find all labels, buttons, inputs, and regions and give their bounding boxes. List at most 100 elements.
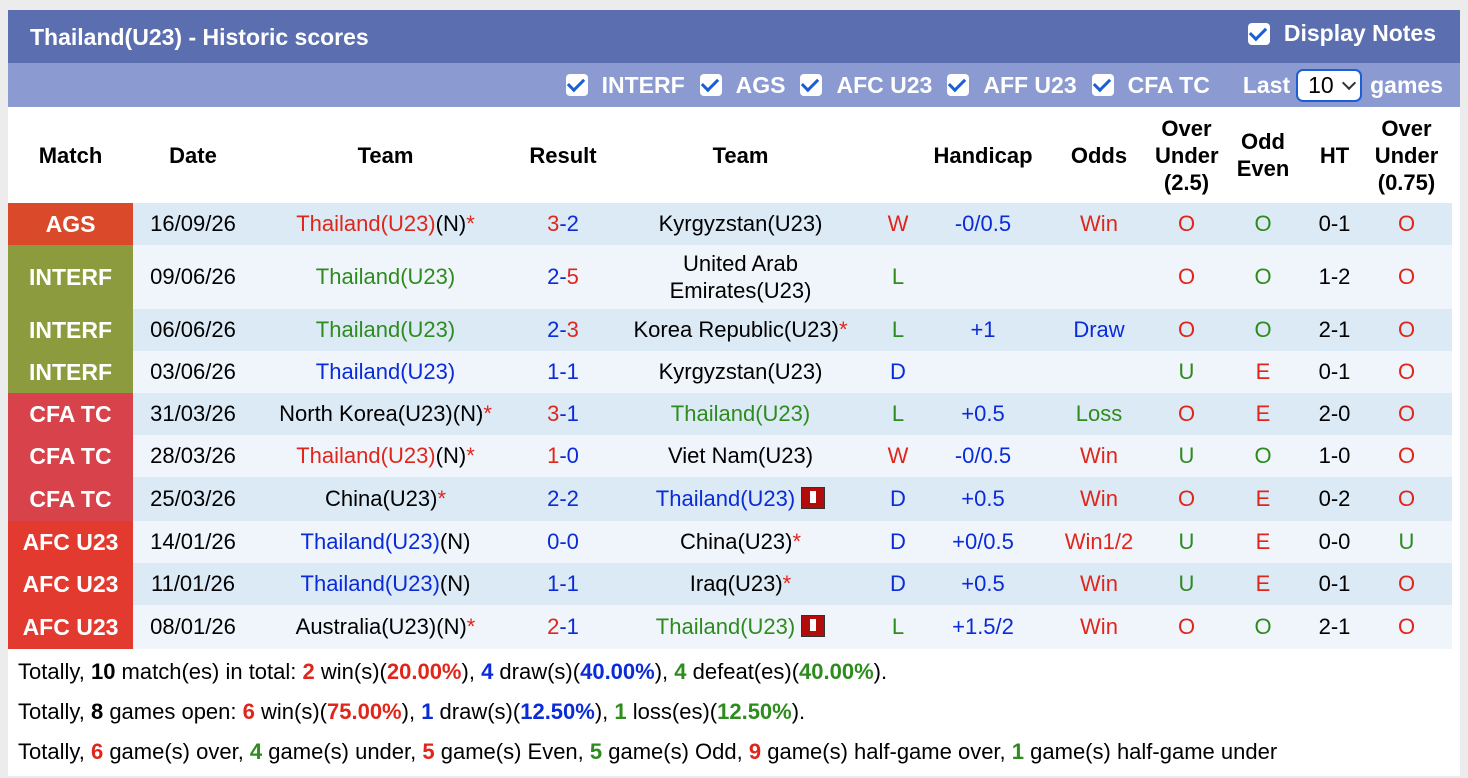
date-cell: 09/06/26 <box>133 245 253 309</box>
home-team-cell[interactable]: Thailand(U23) <box>253 351 518 393</box>
half-over-under-cell: O <box>1361 393 1452 435</box>
totals-segment: 4 <box>249 739 263 764</box>
away-team-cell[interactable]: Korea Republic(U23)* <box>608 309 873 351</box>
team-name[interactable]: Thailand(U23) <box>316 359 455 384</box>
team-name[interactable]: Kyrgyzstan(U23) <box>659 359 823 384</box>
filter-aff-u23[interactable]: AFF U23 <box>947 72 1077 99</box>
date-cell: 06/06/26 <box>133 309 253 351</box>
home-team-cell[interactable]: North Korea(U23)(N)* <box>253 393 518 435</box>
half-over-under-cell: O <box>1361 203 1452 245</box>
games-count-select[interactable]: 10 <box>1296 68 1363 102</box>
filter-checkbox[interactable] <box>800 74 823 96</box>
filter-cfa-tc[interactable]: CFA TC <box>1091 72 1210 99</box>
chevron-down-icon <box>1342 75 1357 90</box>
team-name[interactable]: North Korea(U23) <box>279 401 453 426</box>
team-name[interactable]: Australia(U23) <box>296 614 437 639</box>
totals-segment: win(s)( <box>254 699 327 724</box>
league-cell[interactable]: INTERF <box>8 351 133 393</box>
team-name[interactable]: Thailand(U23) <box>296 211 435 236</box>
odds-result-cell: Loss <box>1043 393 1155 435</box>
display-notes-toggle[interactable]: Display Notes <box>1247 20 1436 47</box>
result-cell[interactable]: 3-1 <box>518 393 608 435</box>
league-cell[interactable]: AFC U23 <box>8 605 133 649</box>
home-goals: 1 <box>547 443 560 468</box>
away-team-cell[interactable]: Viet Nam(U23) <box>608 435 873 477</box>
filter-checkbox[interactable] <box>699 74 722 96</box>
team-name[interactable]: Kyrgyzstan(U23) <box>659 211 823 236</box>
home-team-cell[interactable]: China(U23)* <box>253 477 518 521</box>
handicap-cell <box>923 245 1043 309</box>
league-cell[interactable]: AGS <box>8 203 133 245</box>
home-team-cell[interactable]: Thailand(U23) <box>253 245 518 309</box>
filter-checkbox[interactable] <box>565 74 588 96</box>
filter-checkbox[interactable] <box>1091 74 1114 96</box>
result-cell[interactable]: 2-3 <box>518 309 608 351</box>
display-notes-checkbox[interactable] <box>1247 22 1270 45</box>
away-team-cell[interactable]: United Arab Emirates(U23) <box>608 245 873 309</box>
home-team-cell[interactable]: Thailand(U23)(N) <box>253 521 518 563</box>
league-cell[interactable]: CFA TC <box>8 393 133 435</box>
team-name[interactable]: Thailand(U23) <box>301 571 440 596</box>
league-cell[interactable]: INTERF <box>8 309 133 351</box>
win-loss-cell: L <box>873 309 923 351</box>
totals-segment: ). <box>873 659 888 684</box>
team-name[interactable]: China(U23) <box>325 486 438 511</box>
totals-segment: ). <box>791 699 806 724</box>
away-team-cell[interactable]: Kyrgyzstan(U23) <box>608 203 873 245</box>
result-cell[interactable]: 1-1 <box>518 563 608 605</box>
totals-segment: 20.00% <box>386 659 462 684</box>
team-name[interactable]: Thailand(U23) <box>656 614 795 639</box>
over-under-cell: O <box>1155 605 1218 649</box>
team-name[interactable]: Korea Republic(U23) <box>634 317 839 342</box>
league-cell[interactable]: AFC U23 <box>8 563 133 605</box>
away-team-cell[interactable]: Thailand(U23) <box>608 393 873 435</box>
home-team-cell[interactable]: Thailand(U23) <box>253 309 518 351</box>
filter-afc-u23[interactable]: AFC U23 <box>800 72 932 99</box>
home-team-cell[interactable]: Australia(U23)(N)* <box>253 605 518 649</box>
score-separator: - <box>559 211 567 236</box>
away-team-cell[interactable]: Iraq(U23)* <box>608 563 873 605</box>
home-team-cell[interactable]: Thailand(U23)(N)* <box>253 203 518 245</box>
team-name[interactable]: Thailand(U23) <box>671 401 810 426</box>
away-team-cell[interactable]: Thailand(U23) <box>608 605 873 649</box>
team-name[interactable]: Thailand(U23) <box>316 264 455 289</box>
filter-checkbox[interactable] <box>947 74 970 96</box>
team-name[interactable]: Iraq(U23) <box>690 571 783 596</box>
league-cell[interactable]: INTERF <box>8 245 133 309</box>
league-cell[interactable]: CFA TC <box>8 435 133 477</box>
filter-interf[interactable]: INTERF <box>565 72 685 99</box>
away-team-cell[interactable]: China(U23)* <box>608 521 873 563</box>
away-team-cell[interactable]: Thailand(U23) <box>608 477 873 521</box>
result-cell[interactable]: 2-5 <box>518 245 608 309</box>
result-cell[interactable]: 1-1 <box>518 351 608 393</box>
star-marker: * <box>466 443 475 468</box>
odd-even-cell: E <box>1218 477 1308 521</box>
date-cell: 31/03/26 <box>133 393 253 435</box>
score-separator: - <box>559 614 567 639</box>
filter-ags[interactable]: AGS <box>699 72 785 99</box>
team-name[interactable]: Thailand(U23) <box>316 317 455 342</box>
team-name[interactable]: United Arab Emirates(U23) <box>670 251 812 303</box>
half-time-cell: 1-2 <box>1308 245 1361 309</box>
away-team-cell[interactable]: Kyrgyzstan(U23) <box>608 351 873 393</box>
totals-segment: draw(s)( <box>493 659 581 684</box>
odds-result-cell <box>1043 245 1155 309</box>
team-name[interactable]: China(U23) <box>680 529 793 554</box>
result-cell[interactable]: 2-1 <box>518 605 608 649</box>
result-cell[interactable]: 1-0 <box>518 435 608 477</box>
home-team-cell[interactable]: Thailand(U23)(N)* <box>253 435 518 477</box>
home-team-cell[interactable]: Thailand(U23)(N) <box>253 563 518 605</box>
result-cell[interactable]: 3-2 <box>518 203 608 245</box>
win-loss-cell: W <box>873 435 923 477</box>
league-cell[interactable]: AFC U23 <box>8 521 133 563</box>
totals-segment: game(s) Even, <box>434 739 590 764</box>
result-cell[interactable]: 0-0 <box>518 521 608 563</box>
league-cell[interactable]: CFA TC <box>8 477 133 521</box>
handicap-cell: +1 <box>923 309 1043 351</box>
team-name[interactable]: Thailand(U23) <box>296 443 435 468</box>
win-loss-cell: W <box>873 203 923 245</box>
team-name[interactable]: Viet Nam(U23) <box>668 443 813 468</box>
team-name[interactable]: Thailand(U23) <box>301 529 440 554</box>
team-name[interactable]: Thailand(U23) <box>656 486 795 511</box>
result-cell[interactable]: 2-2 <box>518 477 608 521</box>
